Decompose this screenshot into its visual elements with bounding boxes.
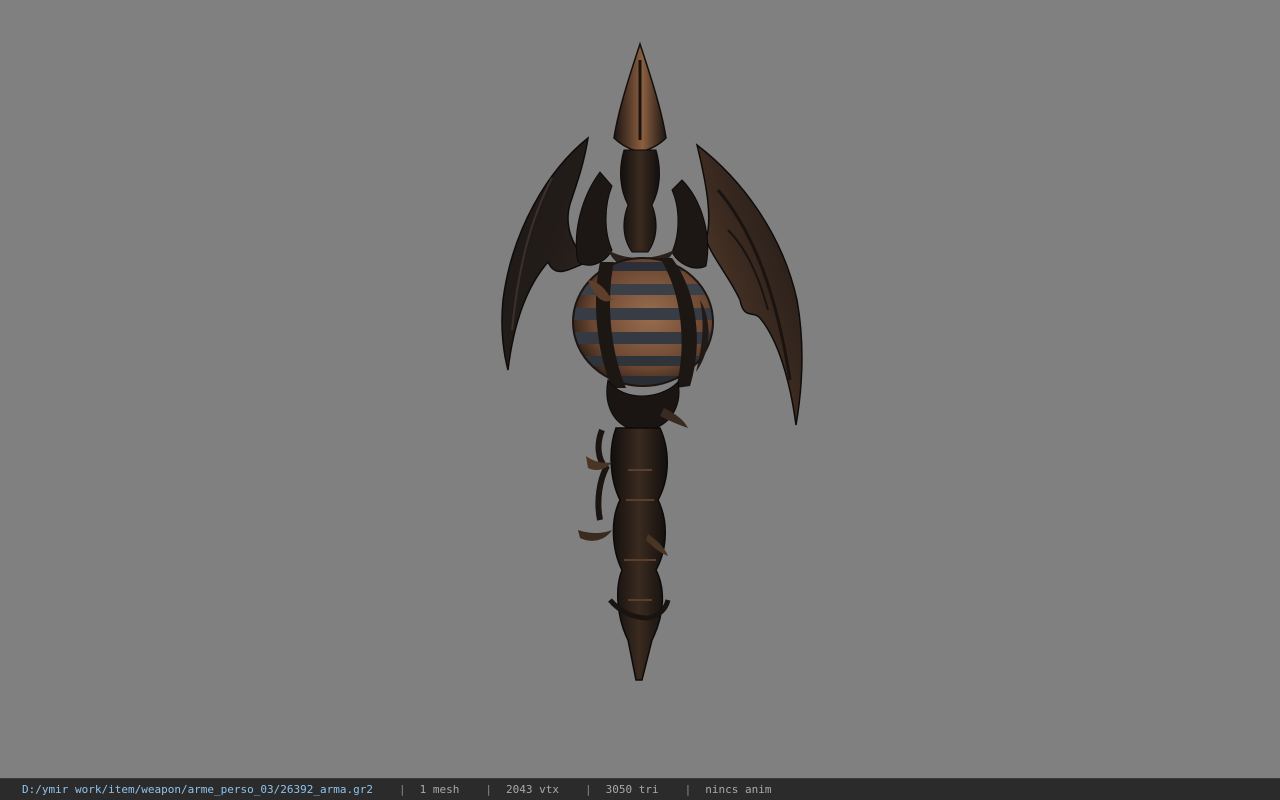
right-wing bbox=[695, 143, 803, 426]
file-path: D:/ymir work/item/weapon/arme_perso_03/2… bbox=[22, 783, 373, 796]
separator: | bbox=[684, 783, 692, 796]
status-bar: D:/ymir work/item/weapon/arme_perso_03/2… bbox=[0, 778, 1280, 800]
separator: | bbox=[584, 783, 592, 796]
animation-status: nincs anim bbox=[705, 783, 772, 796]
handle bbox=[610, 427, 668, 681]
separator: | bbox=[399, 783, 406, 796]
3d-viewport[interactable] bbox=[0, 0, 1280, 778]
weapon-model[interactable] bbox=[0, 0, 1280, 778]
separator: | bbox=[485, 783, 492, 796]
triangle-count: 3050 tri bbox=[605, 783, 659, 796]
vertex-count: 2043 vtx bbox=[506, 783, 559, 796]
mesh-count: 1 mesh bbox=[419, 783, 460, 796]
